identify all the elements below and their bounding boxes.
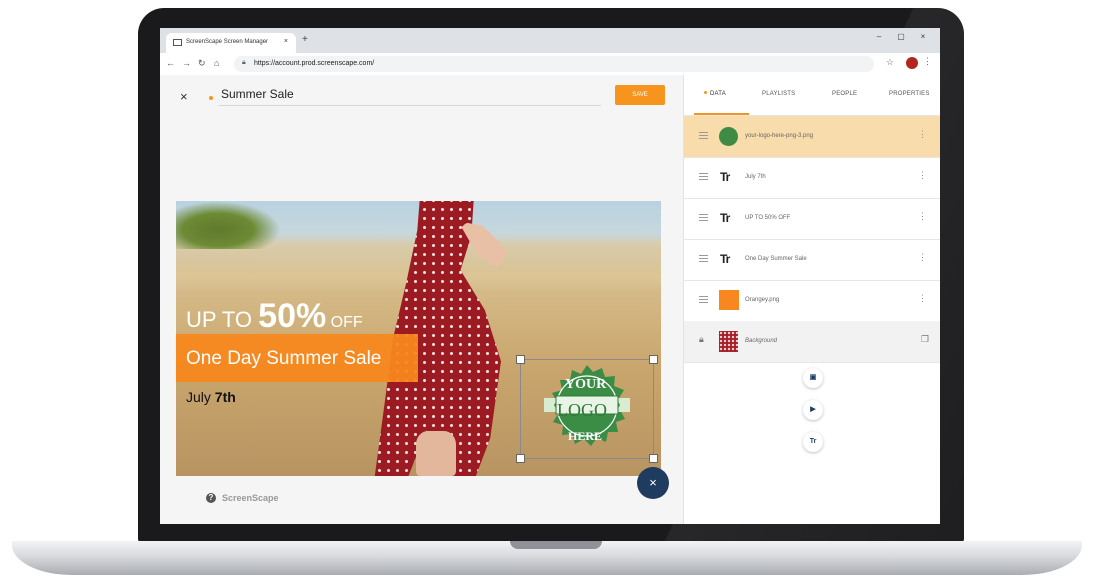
background-model-leg bbox=[416, 431, 456, 476]
layer-thumbnail bbox=[719, 331, 738, 352]
laptop-notch bbox=[510, 541, 602, 549]
background-trees bbox=[176, 201, 281, 249]
replace-image-icon[interactable]: ❐ bbox=[921, 334, 929, 345]
screenscape-logo: ScreenScape bbox=[222, 493, 279, 503]
tab-people[interactable]: PEOPLE bbox=[832, 91, 857, 97]
add-video-icon[interactable]: ▶ bbox=[803, 400, 823, 420]
sale-title-text[interactable]: One Day Summer Sale bbox=[186, 348, 381, 370]
promo-suffix: OFF bbox=[326, 314, 363, 331]
text-type-icon: Tr bbox=[720, 211, 730, 225]
slide-canvas[interactable]: UP TO 50% OFF One Day Summer Sale July 7… bbox=[176, 201, 661, 476]
add-text-button[interactable]: Tr bbox=[803, 432, 823, 452]
more-options-icon[interactable]: ⋮ bbox=[918, 170, 927, 181]
layer-item[interactable]: Tr UP TO 50% OFF ⋮ bbox=[684, 198, 940, 240]
layer-name: Orangey.png bbox=[745, 297, 780, 303]
tab-data[interactable]: DATA bbox=[704, 91, 726, 97]
window-close-button[interactable]: × bbox=[912, 32, 934, 41]
home-icon[interactable]: ⌂ bbox=[214, 58, 219, 68]
drag-handle-icon[interactable] bbox=[699, 173, 708, 180]
active-tab-indicator bbox=[694, 113, 749, 115]
drag-handle-icon[interactable] bbox=[699, 296, 708, 303]
lock-icon[interactable]: 🔒︎ bbox=[699, 334, 704, 345]
back-arrow-icon[interactable]: ← bbox=[166, 58, 175, 68]
new-tab-button[interactable]: + bbox=[302, 34, 308, 45]
resize-handle-bottom-left[interactable] bbox=[516, 454, 525, 463]
resize-handle-bottom-right[interactable] bbox=[649, 454, 658, 463]
maximize-button[interactable]: ▢ bbox=[890, 32, 912, 41]
profile-avatar[interactable] bbox=[906, 57, 918, 69]
tab-playlists[interactable]: PLAYLISTS bbox=[762, 91, 795, 97]
resize-handle-top-right[interactable] bbox=[649, 355, 658, 364]
active-tab-dot bbox=[704, 91, 707, 94]
promo-percent: 50% bbox=[258, 297, 327, 335]
logo-selection-box[interactable] bbox=[516, 355, 658, 463]
drag-handle-icon[interactable] bbox=[699, 255, 708, 262]
layer-name: UP TO 50% OFF bbox=[745, 215, 791, 221]
layer-item[interactable]: your-logo-here-png-3.png ⋮ bbox=[684, 116, 940, 158]
text-type-icon: Tr bbox=[720, 170, 730, 184]
reload-icon[interactable]: ↻ bbox=[198, 58, 206, 69]
layer-item[interactable]: Tr July 7th ⋮ bbox=[684, 157, 940, 199]
date-day: 7th bbox=[214, 389, 236, 405]
layer-name: July 7th bbox=[745, 174, 766, 180]
browser-tabstrip: ScreenScape Screen Manager × + – ▢ × bbox=[160, 28, 940, 53]
add-image-icon[interactable]: ▣ bbox=[803, 368, 823, 388]
close-editor-icon[interactable]: × bbox=[180, 89, 188, 104]
layer-name: One Day Summer Sale bbox=[745, 256, 807, 262]
bookmark-star-icon[interactable]: ☆ bbox=[886, 57, 894, 68]
laptop-screen: ScreenScape Screen Manager × + – ▢ × ← → ↻… bbox=[160, 28, 940, 524]
save-button[interactable]: SAVE bbox=[615, 85, 665, 105]
drag-handle-icon[interactable] bbox=[699, 132, 708, 139]
layer-item-background[interactable]: 🔒︎ Background ❐ bbox=[684, 321, 940, 363]
browser-toolbar: ← → ↻ ⌂ 🔒︎ https://account.prod.screensc… bbox=[160, 53, 940, 76]
tab-close-icon[interactable]: × bbox=[284, 38, 288, 45]
unsaved-dot bbox=[209, 96, 213, 100]
presentation-title[interactable]: Summer Sale bbox=[221, 87, 294, 101]
layer-thumbnail bbox=[719, 127, 738, 146]
browser-tab[interactable]: ScreenScape Screen Manager × bbox=[166, 33, 296, 53]
sale-date-text[interactable]: July 7th bbox=[186, 389, 236, 405]
date-prefix: July bbox=[186, 389, 215, 405]
tab-data-label: DATA bbox=[710, 91, 726, 97]
layer-name: Background bbox=[745, 338, 778, 344]
tab-properties[interactable]: PROPERTIES bbox=[889, 91, 930, 97]
layer-item[interactable]: Orangey.png ⋮ bbox=[684, 280, 940, 322]
resize-handle-top-left[interactable] bbox=[516, 355, 525, 364]
more-options-icon[interactable]: ⋮ bbox=[918, 211, 927, 222]
close-fab-button[interactable]: × bbox=[637, 467, 669, 499]
window-controls: – ▢ × bbox=[868, 32, 934, 41]
panel-tabs: DATA PLAYLISTS PEOPLE PROPERTIES bbox=[684, 75, 940, 116]
minimize-button[interactable]: – bbox=[868, 32, 890, 41]
text-type-icon: Tr bbox=[720, 252, 730, 266]
more-options-icon[interactable]: ⋮ bbox=[918, 252, 927, 263]
layer-thumbnail bbox=[719, 290, 739, 310]
editor-area: × Summer Sale SAVE UP TO 50% OFF One Day… bbox=[160, 75, 683, 524]
forward-arrow-icon[interactable]: → bbox=[182, 58, 191, 68]
browser-tab-title: ScreenScape Screen Manager bbox=[186, 39, 269, 45]
address-bar[interactable]: 🔒︎ https://account.prod.screenscape.com/ bbox=[234, 56, 874, 72]
promo-prefix: UP TO bbox=[186, 307, 259, 332]
layer-name: your-logo-here-png-3.png bbox=[745, 133, 814, 139]
drag-handle-icon[interactable] bbox=[699, 214, 708, 221]
more-options-icon[interactable]: ⋮ bbox=[918, 293, 927, 304]
layer-item[interactable]: Tr One Day Summer Sale ⋮ bbox=[684, 239, 940, 281]
promo-discount-text[interactable]: UP TO 50% OFF bbox=[186, 297, 363, 336]
browser-menu-icon[interactable]: ⋮ bbox=[923, 56, 932, 67]
help-icon[interactable]: ? bbox=[206, 493, 216, 503]
lock-icon: 🔒︎ bbox=[242, 59, 246, 66]
layers-panel: DATA PLAYLISTS PEOPLE PROPERTIES your-lo… bbox=[683, 75, 940, 524]
title-underline bbox=[218, 105, 601, 106]
more-options-icon[interactable]: ⋮ bbox=[918, 129, 927, 140]
address-url: https://account.prod.screenscape.com/ bbox=[254, 60, 375, 67]
monitor-icon bbox=[173, 39, 182, 46]
